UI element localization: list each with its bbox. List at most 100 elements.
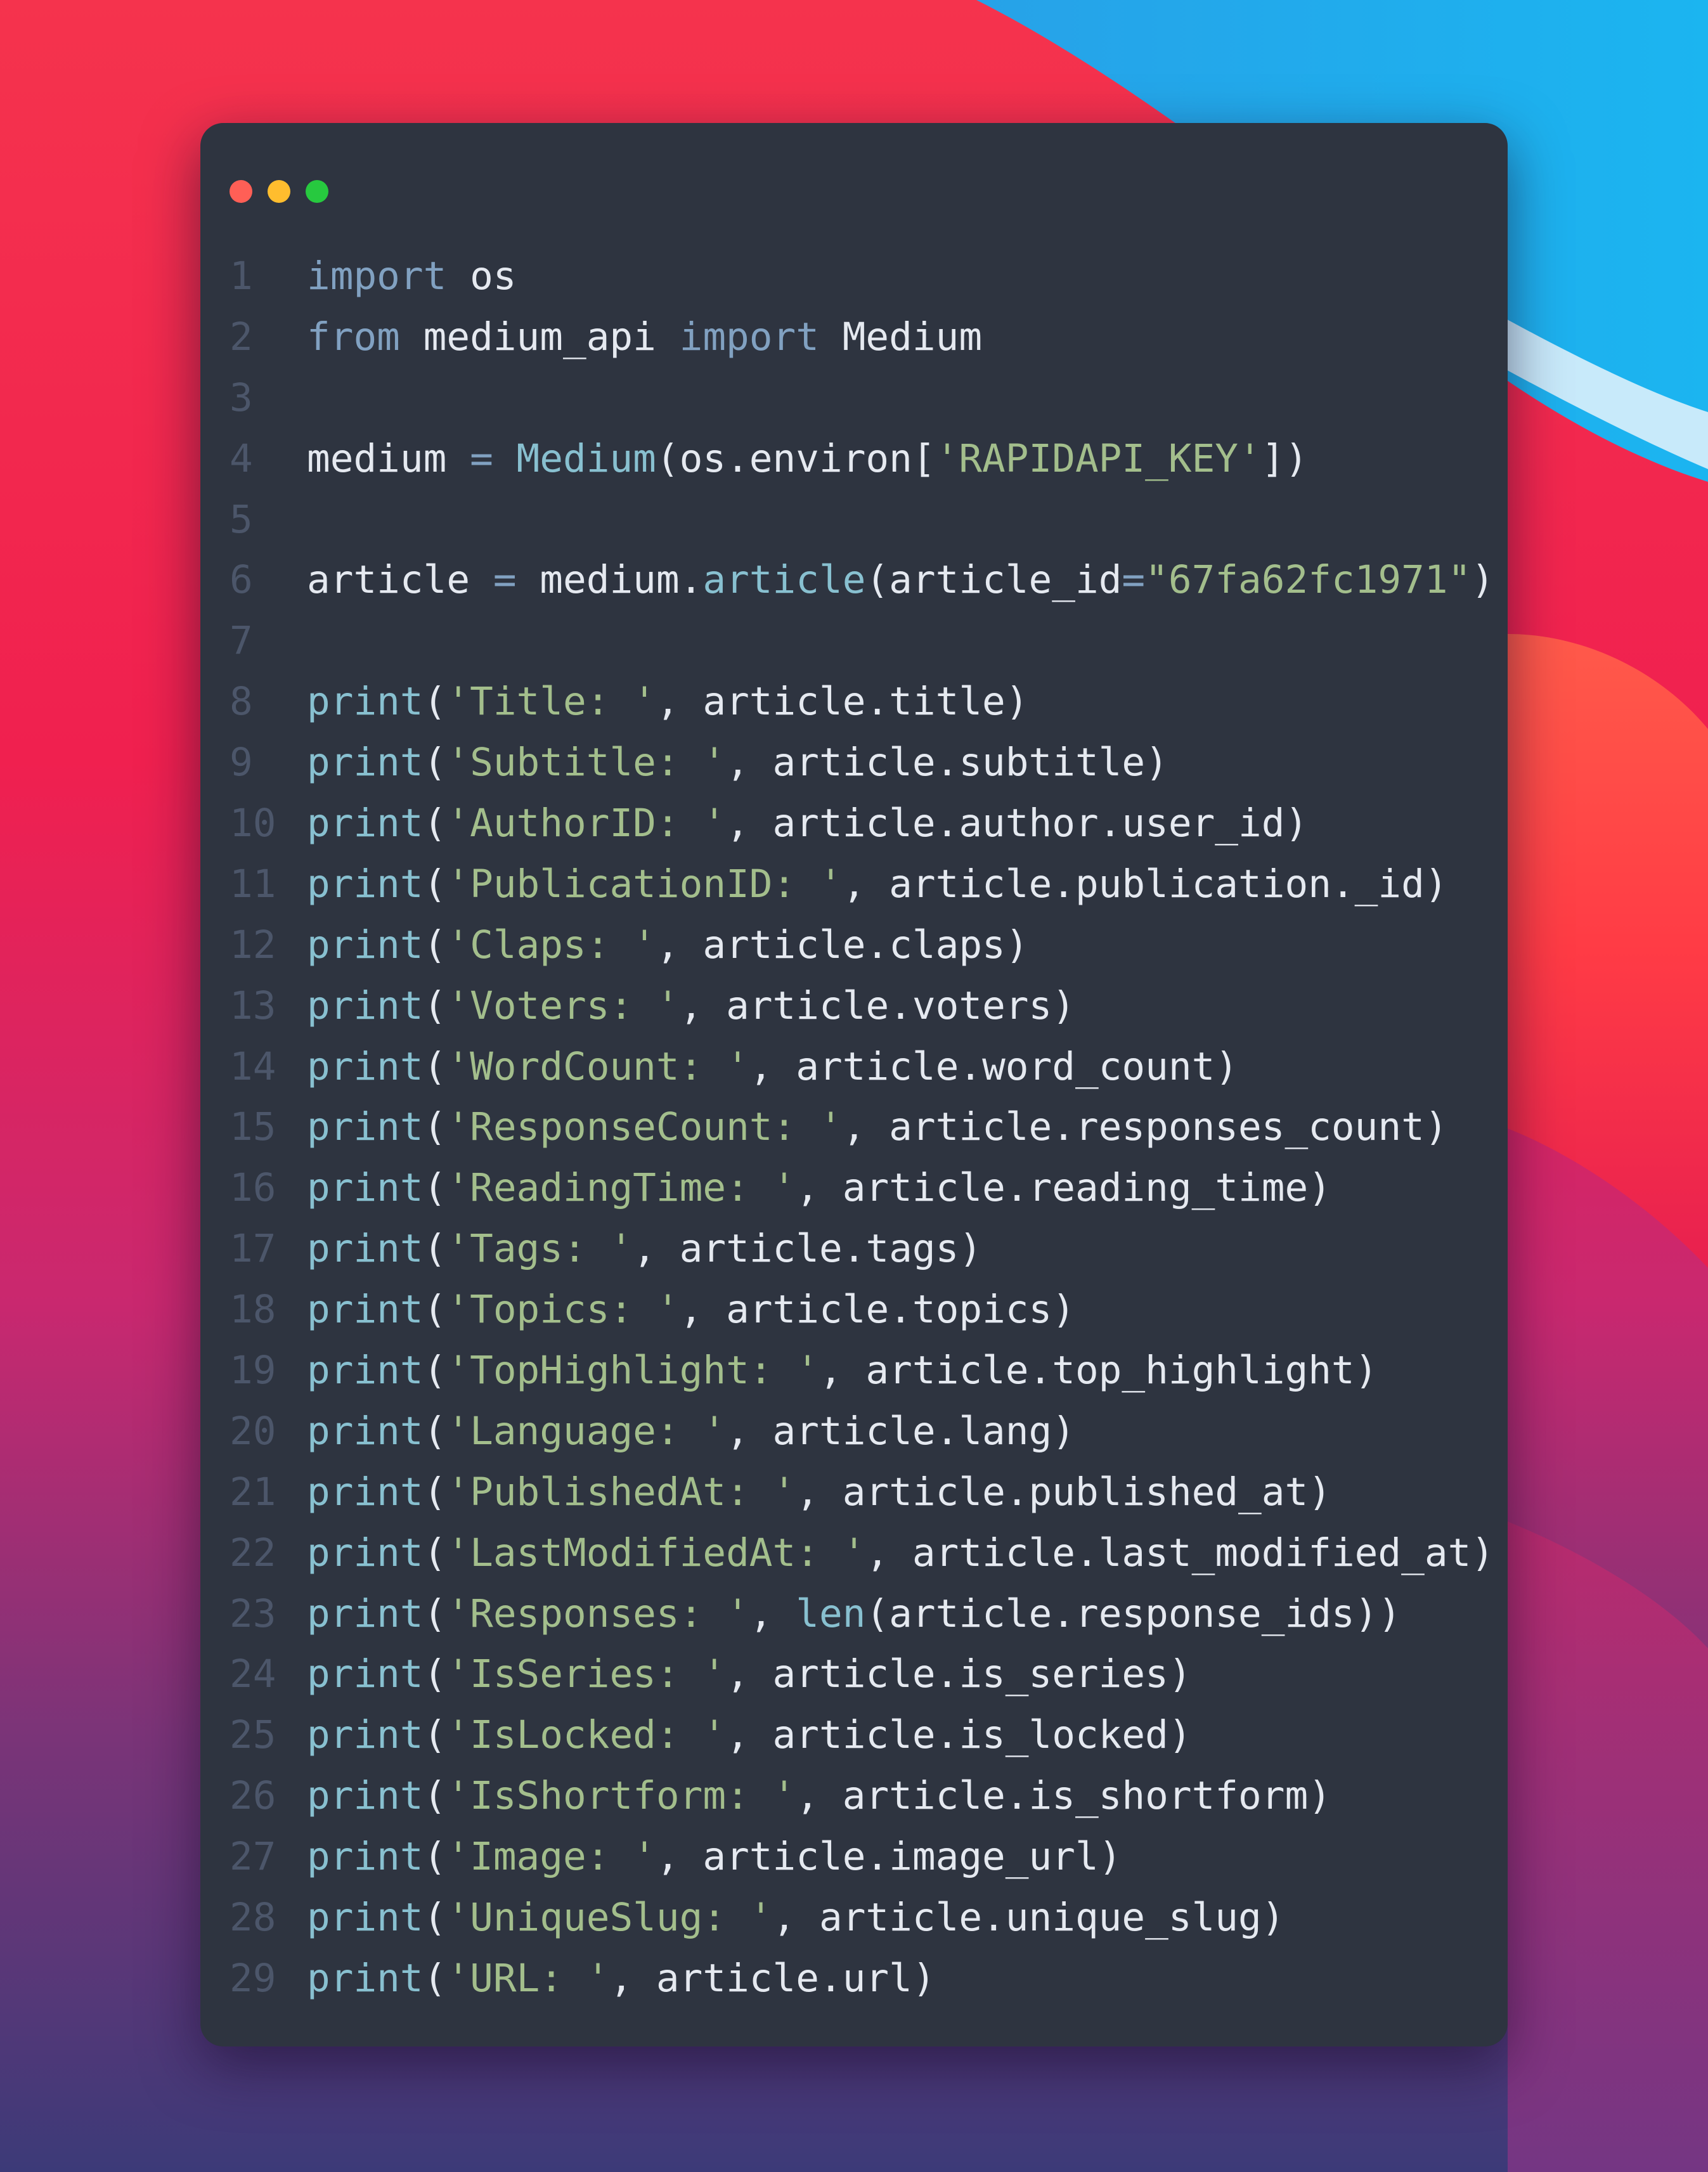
text-token: , article.claps) [656,922,1029,967]
text-token: os [446,254,517,299]
function-token: print [307,1408,424,1454]
code-line: 26 print('IsShortform: ', article.is_shor… [200,1766,1508,1826]
line-code: article = medium.article(article_id="67f… [307,550,1494,611]
text-token: , article.last_modified_at) [865,1530,1495,1575]
line-number: 18 [230,1287,276,1333]
string-token: 'ResponseCount: ' [446,1104,843,1150]
operator-token: = [493,557,517,603]
function-token: print [307,1165,424,1211]
string-token: 'AuthorID: ' [446,801,727,846]
code-line: 28 print('UniqueSlug: ', article.unique_s… [200,1887,1508,1948]
text-token: article [307,557,493,603]
text-token: , article.title) [656,679,1029,725]
code-line: 22 print('LastModifiedAt: ', article.last… [200,1523,1508,1584]
text-token: , [749,1591,796,1636]
string-token: 'Image: ' [446,1834,656,1880]
line-code: print('Image: ', article.image_url) [307,1826,1122,1887]
code-block: 1 import os 2 from medium_api import Medium… [200,246,1508,2009]
line-code: print('IsShortform: ', article.is_shortf… [307,1766,1331,1826]
line-number: 25 [230,1712,276,1758]
text-token: medium. [516,557,703,603]
text-token: ( [423,983,447,1028]
line-code: print('UniqueSlug: ', article.unique_slu… [307,1887,1284,1948]
text-token: , article.author.user_id) [726,801,1309,846]
line-code: print('IsSeries: ', article.is_series) [307,1644,1192,1705]
close-button[interactable] [230,180,252,203]
line-code: print('TopHighlight: ', article.top_high… [307,1340,1378,1401]
text-token: ( [423,1895,447,1941]
code-line: 18 print('Topics: ', article.topics) [200,1279,1508,1340]
text-token: , article.lang) [726,1408,1075,1454]
zoom-button[interactable] [306,180,328,203]
string-token: 'PublishedAt: ' [446,1469,796,1515]
text-token: , article.is_series) [726,1652,1192,1697]
code-line: 20 print('Language: ', article.lang) [200,1401,1508,1462]
keyword-token: import [679,314,819,359]
function-token: len [796,1591,866,1636]
text-token: ( [423,1591,447,1636]
text-token: , article.subtitle) [726,740,1168,785]
text-token: (os.environ[ [656,436,936,481]
text-token: , article.publication._id) [842,861,1448,907]
line-number: 17 [230,1226,276,1272]
function-token: print [307,1591,424,1636]
text-token: , article.is_shortform) [796,1773,1331,1819]
function-token: print [307,1773,424,1819]
function-token: print [307,861,424,907]
code-line: 9 print('Subtitle: ', article.subtitle) [200,732,1508,793]
function-token: print [307,1226,424,1272]
function-token: print [307,1895,424,1941]
line-code: print('PublicationID: ', article.publica… [307,854,1448,915]
line-number: 7 [230,618,253,664]
minimize-button[interactable] [268,180,290,203]
string-token: 'WordCount: ' [446,1044,749,1089]
code-line: 3 [200,368,1508,429]
code-line: 12 print('Claps: ', article.claps) [200,915,1508,976]
code-window: 1 import os 2 from medium_api import Medium… [200,123,1508,2046]
string-token: 'Subtitle: ' [446,740,727,785]
line-number: 9 [230,740,253,785]
line-code: print('Claps: ', article.claps) [307,915,1029,976]
string-token: 'ReadingTime: ' [446,1165,796,1211]
text-token: , article.unique_slug) [772,1895,1285,1941]
string-token: 'Voters: ' [446,983,680,1028]
keyword-token: from [307,314,400,359]
line-code: print('Language: ', article.lang) [307,1401,1075,1462]
text-token: ( [423,922,447,967]
line-number: 20 [230,1408,276,1454]
text-token: medium [307,436,470,481]
function-token: print [307,679,424,725]
code-line: 11 print('PublicationID: ', article.publi… [200,854,1508,915]
line-code: import os [307,246,517,307]
window-controls [230,180,328,203]
string-token: 'Language: ' [446,1408,727,1454]
code-line: 27 print('Image: ', article.image_url) [200,1826,1508,1887]
code-line: 4 medium = Medium(os.environ['RAPIDAPI_KE… [200,429,1508,489]
code-line: 7 [200,611,1508,671]
code-line: 17 print('Tags: ', article.tags) [200,1219,1508,1279]
line-number: 1 [230,254,253,299]
code-line: 24 print('IsSeries: ', article.is_series) [200,1644,1508,1705]
text-token: , article.responses_count) [842,1104,1448,1150]
text-token: medium_api [399,314,680,359]
text-token: ( [423,801,447,846]
function-token: print [307,983,424,1028]
string-token: 'IsShortform: ' [446,1773,796,1819]
text-token: ( [423,1773,447,1819]
text-token: ( [423,740,447,785]
line-number: 29 [230,1955,276,2001]
string-token: 'Responses: ' [446,1591,749,1636]
code-line: 21 print('PublishedAt: ', article.publish… [200,1462,1508,1523]
line-number: 10 [230,801,276,846]
line-code: print('LastModifiedAt: ', article.last_m… [307,1523,1494,1584]
text-token: (article.response_ids)) [865,1591,1402,1636]
line-code: print('ResponseCount: ', article.respons… [307,1097,1448,1158]
text-token: , article.image_url) [656,1834,1122,1880]
line-number: 5 [230,496,253,542]
function-token: print [307,740,424,785]
text-token: ( [423,1348,447,1393]
code-line: 5 [200,489,1508,550]
string-token: 'TopHighlight: ' [446,1348,819,1393]
text-token: ( [423,1834,447,1880]
line-number: 24 [230,1652,276,1697]
